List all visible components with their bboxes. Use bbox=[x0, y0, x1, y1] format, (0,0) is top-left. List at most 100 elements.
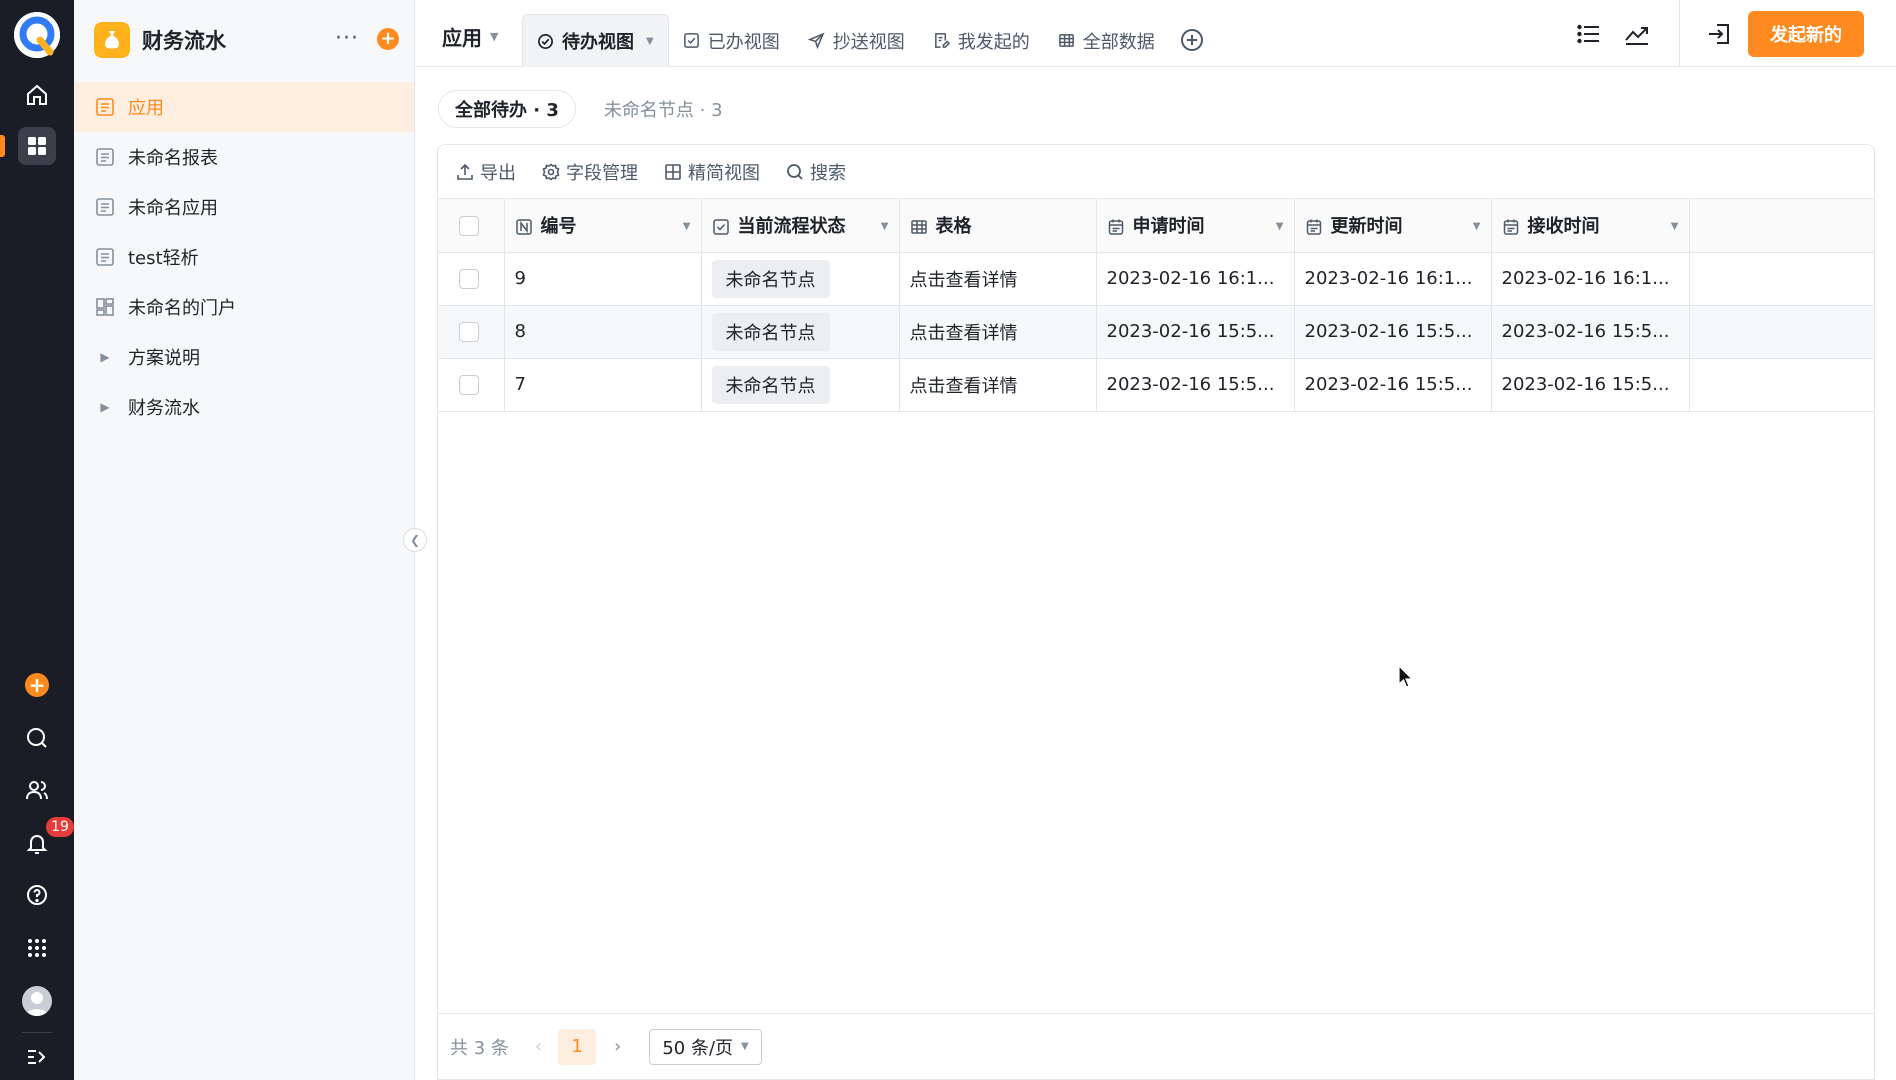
export-label: 导出 bbox=[480, 162, 516, 184]
tab-cc[interactable]: 抄送视图 bbox=[794, 14, 919, 67]
form-icon bbox=[94, 196, 116, 218]
column-label: 申请时间 bbox=[1132, 216, 1205, 238]
row-checkbox[interactable] bbox=[459, 269, 479, 289]
row-select-cell bbox=[438, 358, 505, 412]
expand-menu-icon[interactable] bbox=[18, 1038, 56, 1076]
table-row[interactable]: 7 未命名节点 点击查看详情 2023-02-16 15:5... 2023-0… bbox=[438, 358, 1875, 412]
home-icon[interactable] bbox=[18, 76, 56, 114]
form-icon bbox=[94, 96, 116, 118]
collapse-sidebar-icon[interactable]: ❮ bbox=[403, 528, 427, 552]
chevron-down-icon[interactable]: ▼ bbox=[881, 221, 889, 232]
chevron-down-icon[interactable]: ▼ bbox=[683, 221, 691, 232]
tab-label: 全部数据 bbox=[1082, 31, 1155, 53]
column-header-update-time[interactable]: 更新时间 ▼ bbox=[1294, 199, 1492, 253]
pagination: 共 3 条 ‹ 1 › 50 条/页 ▼ bbox=[438, 1013, 1874, 1079]
cell-update-time: 2023-02-16 16:1... bbox=[1294, 252, 1492, 306]
chevron-down-icon[interactable]: ▼ bbox=[1276, 221, 1284, 232]
nav-item-label: 方案说明 bbox=[128, 348, 200, 369]
app-switcher[interactable]: 应用 ▼ bbox=[442, 22, 498, 51]
row-checkbox[interactable] bbox=[459, 322, 479, 342]
table-icon bbox=[910, 218, 928, 236]
app-switcher-label: 应用 bbox=[442, 26, 482, 50]
nav-item-app[interactable]: 应用 bbox=[74, 82, 414, 132]
caret-right-icon[interactable]: ▶ bbox=[94, 350, 116, 364]
field-manage-label: 字段管理 bbox=[566, 162, 638, 184]
trend-chart-icon[interactable] bbox=[1623, 20, 1651, 48]
cell-status: 未命名节点 bbox=[701, 305, 900, 359]
select-all-checkbox[interactable] bbox=[459, 215, 479, 236]
data-card: 导出 字段管理 精简视图 搜索 编号 ▼ 当前流程状态 ▼ 表格 申请时间 ▼ … bbox=[437, 144, 1875, 1080]
exit-icon[interactable] bbox=[1706, 20, 1734, 48]
column-label: 当前流程状态 bbox=[737, 216, 846, 238]
check-square-icon bbox=[683, 33, 699, 48]
next-page-icon[interactable]: › bbox=[614, 1036, 621, 1057]
workspace-icon[interactable] bbox=[18, 127, 56, 165]
mouse-cursor-icon bbox=[1398, 665, 1414, 688]
field-manage-button[interactable]: 字段管理 bbox=[542, 159, 638, 185]
compact-view-label: 精简视图 bbox=[688, 162, 760, 184]
form-icon bbox=[94, 146, 116, 168]
table-row[interactable]: 9 未命名节点 点击查看详情 2023-02-16 16:1... 2023-0… bbox=[438, 252, 1875, 306]
table-row[interactable]: 8 未命名节点 点击查看详情 2023-02-16 15:5... 2023-0… bbox=[438, 305, 1875, 359]
chevron-down-icon[interactable]: ▼ bbox=[1671, 221, 1679, 232]
tab-done[interactable]: 已办视图 bbox=[669, 14, 794, 67]
create-plus-icon[interactable]: + bbox=[25, 673, 49, 697]
more-icon[interactable]: ··· bbox=[335, 26, 359, 51]
nav-item-portal[interactable]: 未命名的门户 bbox=[74, 282, 414, 332]
brand-logo-icon[interactable] bbox=[14, 12, 60, 58]
add-view-icon[interactable] bbox=[1179, 27, 1205, 53]
compact-view-button[interactable]: 精简视图 bbox=[664, 159, 760, 185]
export-button[interactable]: 导出 bbox=[456, 159, 516, 185]
list-icon[interactable] bbox=[1575, 20, 1603, 48]
column-header-apply-time[interactable]: 申请时间 ▼ bbox=[1096, 199, 1295, 253]
data-table: 编号 ▼ 当前流程状态 ▼ 表格 申请时间 ▼ 更新时间 ▼ 接收时间 ▼ 9 … bbox=[438, 199, 1875, 412]
calendar-icon bbox=[1107, 218, 1125, 236]
nav-item-finance[interactable]: ▶ 财务流水 bbox=[74, 382, 414, 432]
nav-item-untitled-app[interactable]: 未命名应用 bbox=[74, 182, 414, 232]
page-number-current[interactable]: 1 bbox=[558, 1028, 597, 1065]
column-header-id[interactable]: 编号 ▼ bbox=[504, 199, 702, 253]
tab-todo[interactable]: 待办视图 ▼ bbox=[522, 14, 669, 67]
chevron-down-icon[interactable]: ▼ bbox=[646, 36, 654, 47]
nav-item-report[interactable]: 未命名报表 bbox=[74, 132, 414, 182]
search-button[interactable]: 搜索 bbox=[786, 159, 846, 185]
chevron-down-icon[interactable]: ▼ bbox=[1473, 221, 1481, 232]
column-header-status[interactable]: 当前流程状态 ▼ bbox=[701, 199, 900, 253]
chevron-down-icon: ▼ bbox=[741, 1041, 749, 1052]
tab-all[interactable]: 全部数据 bbox=[1044, 14, 1169, 67]
column-label: 表格 bbox=[935, 216, 972, 238]
edit-doc-icon bbox=[934, 33, 950, 48]
tab-label: 已办视图 bbox=[707, 31, 780, 53]
column-header-receive-time[interactable]: 接收时间 ▼ bbox=[1491, 199, 1690, 253]
view-tabs: 待办视图 ▼ 已办视图 抄送视图 我发起的 全部数据 bbox=[522, 14, 1205, 67]
caret-right-icon[interactable]: ▶ bbox=[94, 400, 116, 414]
add-item-button[interactable]: + bbox=[377, 28, 399, 50]
check-circle-icon bbox=[538, 33, 553, 49]
avatar[interactable] bbox=[22, 986, 52, 1016]
cell-table-link[interactable]: 点击查看详情 bbox=[899, 305, 1097, 359]
tab-mine[interactable]: 我发起的 bbox=[919, 14, 1044, 67]
subtab-node[interactable]: 未命名节点 · 3 bbox=[588, 90, 739, 128]
cell-table-link[interactable]: 点击查看详情 bbox=[899, 358, 1097, 412]
start-new-button[interactable]: 发起新的 bbox=[1748, 10, 1864, 57]
tab-label: 抄送视图 bbox=[832, 31, 905, 53]
upload-icon bbox=[457, 163, 473, 180]
apps-grid-icon[interactable] bbox=[18, 929, 56, 967]
cell-table-link[interactable]: 点击查看详情 bbox=[899, 252, 1097, 306]
column-header-table[interactable]: 表格 bbox=[899, 199, 1097, 253]
help-icon[interactable] bbox=[18, 876, 56, 914]
cell-empty bbox=[1689, 305, 1875, 359]
table-icon bbox=[1058, 34, 1074, 47]
page-size-select[interactable]: 50 条/页 ▼ bbox=[649, 1028, 762, 1065]
cell-apply-time: 2023-02-16 16:1... bbox=[1096, 252, 1295, 306]
nav-item-label: 财务流水 bbox=[128, 398, 200, 419]
subtab-all-todo[interactable]: 全部待办 · 3 bbox=[438, 90, 576, 128]
contacts-icon[interactable] bbox=[18, 771, 56, 809]
row-checkbox[interactable] bbox=[459, 375, 479, 395]
nav-item-plan[interactable]: ▶ 方案说明 bbox=[74, 332, 414, 382]
search-icon[interactable] bbox=[18, 719, 56, 757]
table-toolbar: 导出 字段管理 精简视图 搜索 bbox=[438, 145, 1874, 199]
nav-item-test[interactable]: test轻析 bbox=[74, 232, 414, 282]
prev-page-icon[interactable]: ‹ bbox=[535, 1036, 542, 1057]
page-size-value: 50 条/页 bbox=[662, 1037, 734, 1059]
